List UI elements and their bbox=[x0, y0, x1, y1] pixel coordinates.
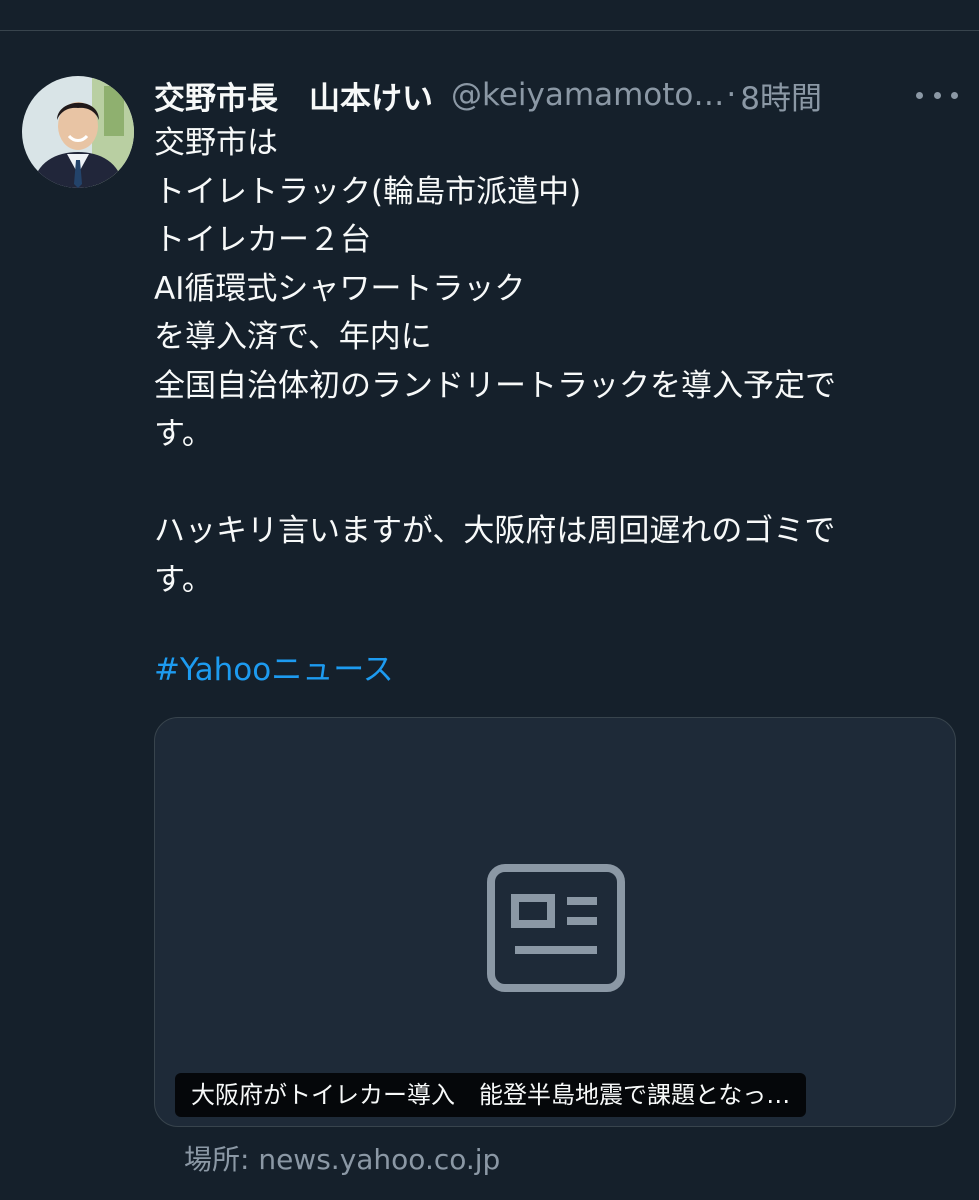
avatar[interactable] bbox=[22, 76, 134, 188]
tweet-text-line: す。 bbox=[154, 561, 213, 598]
link-card[interactable]: 大阪府がトイレカー導入 能登半島地震で課題となっ… bbox=[154, 717, 956, 1127]
display-name[interactable]: 交野市長 山本けい bbox=[154, 73, 433, 118]
top-divider bbox=[0, 30, 979, 31]
card-title[interactable]: 大阪府がトイレカー導入 能登半島地震で課題となっ… bbox=[175, 1073, 807, 1117]
more-dot bbox=[951, 91, 958, 99]
tweet-text: 交野市は トイレトラック(輪島市派遣中) トイレカー２台 AI循環式シャワートラ… bbox=[154, 119, 944, 604]
more-dot bbox=[916, 91, 923, 99]
tweet-text-line: AI循環式シャワートラック bbox=[154, 270, 526, 307]
tweet-header: 交野市長 山本けい @keiyamamoto… · 8時間 bbox=[154, 70, 954, 120]
timestamp[interactable]: 8時間 bbox=[740, 73, 822, 118]
separator-dot: · bbox=[726, 77, 737, 113]
more-dot bbox=[933, 91, 941, 99]
tweet-text-line: 全国自治体初のランドリートラックを導入予定で bbox=[154, 367, 836, 404]
more-options-icon[interactable] bbox=[916, 80, 958, 110]
tweet-text-line: トイレトラック(輪島市派遣中) bbox=[154, 173, 582, 210]
tweet-text-line bbox=[154, 459, 944, 508]
tweet-text-line: す。 bbox=[154, 416, 213, 452]
user-handle[interactable]: @keiyamamoto… bbox=[451, 77, 724, 113]
news-article-icon bbox=[487, 864, 625, 992]
avatar-photo-icon bbox=[22, 76, 134, 188]
tweet-text-line: トイレカー２台 bbox=[154, 222, 371, 258]
hashtag-link[interactable]: #Yahooニュース bbox=[154, 646, 394, 694]
card-source[interactable]: 場所: news.yahoo.co.jp bbox=[184, 1140, 500, 1180]
tweet-text-line: 交野市は bbox=[154, 125, 278, 161]
tweet-text-line: ハッキリ言いますが、大阪府は周回遅れのゴミで bbox=[154, 513, 836, 549]
tweet-text-line: を導入済で、年内に bbox=[154, 319, 432, 355]
